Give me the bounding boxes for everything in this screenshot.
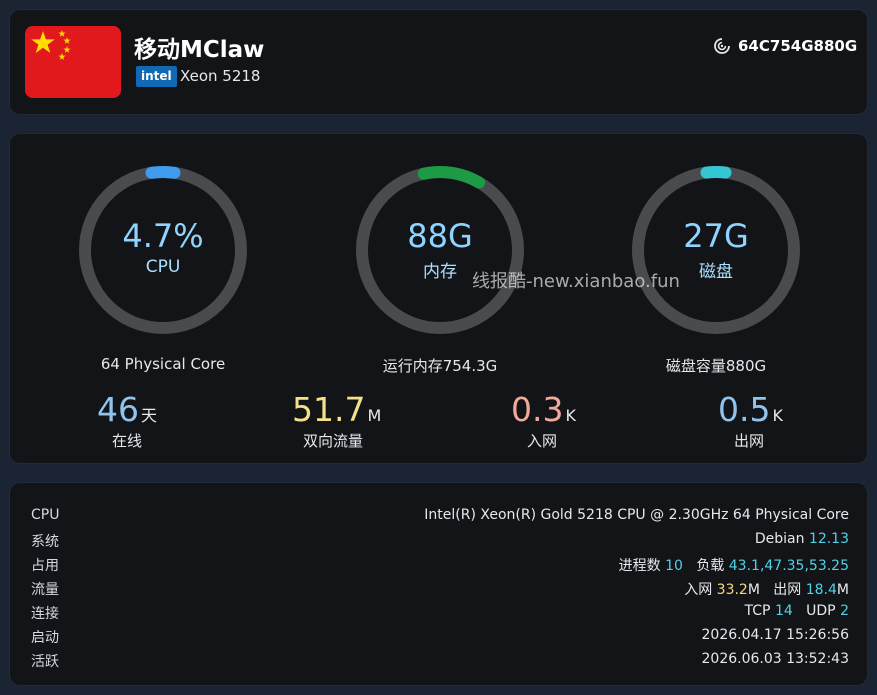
info-value-cpu: Intel(R) Xeon(R) Gold 5218 CPU @ 2.30GHz… bbox=[424, 507, 849, 523]
server-info-panel: CPU Intel(R) Xeon(R) Gold 5218 CPU @ 2.3… bbox=[10, 483, 867, 685]
watermark-text: 线报酷-new.xianbao.fun bbox=[472, 271, 680, 292]
uptime-value: 46 bbox=[97, 390, 139, 429]
traffic-out-value: 18.4 bbox=[805, 582, 837, 598]
china-flag-icon bbox=[25, 26, 121, 98]
info-value-active: 2026.06.03 13:52:43 bbox=[701, 651, 850, 667]
total-traffic-caption: 双向流量 bbox=[303, 432, 364, 450]
udp-count: 2 bbox=[840, 603, 849, 619]
info-row-connections: 连接 TCP 14 UDP 2 bbox=[10, 603, 867, 627]
load-average: 43.1,47.35,53.25 bbox=[728, 558, 849, 574]
uptime-unit: 天 bbox=[141, 406, 158, 425]
total-traffic-value: 51.7 bbox=[292, 390, 366, 429]
info-row-active: 活跃 2026.06.03 13:52:43 bbox=[10, 651, 867, 675]
cpu-core-info: 64 Physical Core bbox=[100, 355, 226, 373]
inbound-stat: 0.3 K 入网 bbox=[511, 390, 576, 450]
traffic-out-label: 出网 bbox=[773, 582, 802, 598]
memory-total-info: 运行内存754.3G bbox=[382, 357, 498, 375]
traffic-in-value: 33.2 bbox=[716, 582, 748, 598]
spiral-icon bbox=[713, 37, 731, 59]
disk-gauge: 27G 磁盘 bbox=[629, 163, 803, 337]
info-key-connections: 连接 bbox=[31, 606, 59, 622]
outbound-stat: 0.5 K 出网 bbox=[718, 390, 783, 450]
inbound-caption: 入网 bbox=[527, 432, 558, 450]
disk-total-info: 磁盘容量880G bbox=[665, 357, 767, 375]
outbound-caption: 出网 bbox=[734, 432, 765, 450]
uptime-stat: 46 天 在线 bbox=[97, 390, 158, 450]
memory-gauge-arc bbox=[417, 166, 486, 189]
info-key-usage: 占用 bbox=[31, 558, 59, 574]
info-key-system: 系统 bbox=[31, 534, 59, 550]
info-value-boot: 2026.04.17 15:26:56 bbox=[701, 627, 850, 643]
server-header-panel: 移动MClaw intel Xeon 5218 64C754G880G bbox=[10, 10, 867, 114]
outbound-value: 0.5 bbox=[718, 390, 771, 429]
tcp-label: TCP bbox=[744, 603, 771, 619]
info-row-system: 系统 Debian 12.13 bbox=[10, 531, 867, 555]
info-key-cpu: CPU bbox=[31, 507, 60, 523]
os-name: Debian bbox=[754, 531, 805, 547]
tcp-count: 14 bbox=[774, 603, 793, 619]
process-count: 10 bbox=[665, 558, 683, 574]
cpu-gauge: 4.7% CPU bbox=[76, 163, 250, 337]
info-row-cpu: CPU Intel(R) Xeon(R) Gold 5218 CPU @ 2.3… bbox=[10, 507, 867, 531]
load-label: 负载 bbox=[696, 558, 725, 574]
traffic-in-unit: M bbox=[747, 582, 760, 598]
info-value-system: Debian 12.13 bbox=[755, 531, 849, 547]
inbound-unit: K bbox=[565, 406, 576, 425]
info-key-boot: 启动 bbox=[31, 630, 59, 646]
memory-gauge: 88G 内存 bbox=[353, 163, 527, 337]
cpu-usage-value: 4.7% bbox=[122, 217, 204, 255]
traffic-in-label: 入网 bbox=[684, 582, 713, 598]
outbound-unit: K bbox=[772, 406, 783, 425]
info-value-traffic: 入网 33.2M 出网 18.4M bbox=[684, 579, 849, 599]
inbound-value: 0.3 bbox=[511, 390, 564, 429]
total-traffic-unit: M bbox=[367, 406, 382, 425]
info-row-traffic: 流量 入网 33.2M 出网 18.4M bbox=[10, 579, 867, 603]
cpu-model-label: Xeon 5218 bbox=[180, 67, 261, 85]
info-row-boot: 启动 2026.04.17 15:26:56 bbox=[10, 627, 867, 651]
process-label: 进程数 bbox=[618, 558, 661, 574]
cpu-gauge-label: CPU bbox=[145, 257, 181, 277]
info-value-connections: TCP 14 UDP 2 bbox=[745, 603, 849, 619]
server-title: 移动MClaw bbox=[134, 37, 265, 63]
info-key-traffic: 流量 bbox=[31, 582, 59, 598]
resource-gauges-panel: 4.7% CPU 64 Physical Core 88G 内存 运行内存754… bbox=[10, 134, 867, 463]
memory-usage-value: 88G bbox=[407, 217, 473, 255]
intel-badge: intel bbox=[136, 66, 177, 87]
info-row-usage: 占用 进程数 10 负载 43.1,47.35,53.25 bbox=[10, 555, 867, 579]
info-key-active: 活跃 bbox=[31, 654, 59, 670]
info-value-usage: 进程数 10 负载 43.1,47.35,53.25 bbox=[619, 555, 849, 575]
udp-label: UDP bbox=[806, 603, 836, 619]
uptime-caption: 在线 bbox=[112, 432, 143, 450]
disk-usage-value: 27G bbox=[683, 217, 749, 255]
total-traffic-stat: 51.7 M 双向流量 bbox=[292, 390, 382, 450]
cpu-gauge-arc bbox=[145, 166, 181, 179]
disk-gauge-arc bbox=[700, 166, 732, 179]
traffic-out-unit: M bbox=[836, 582, 849, 598]
os-version: 12.13 bbox=[808, 531, 849, 547]
server-id: 64C754G880G bbox=[738, 37, 858, 55]
